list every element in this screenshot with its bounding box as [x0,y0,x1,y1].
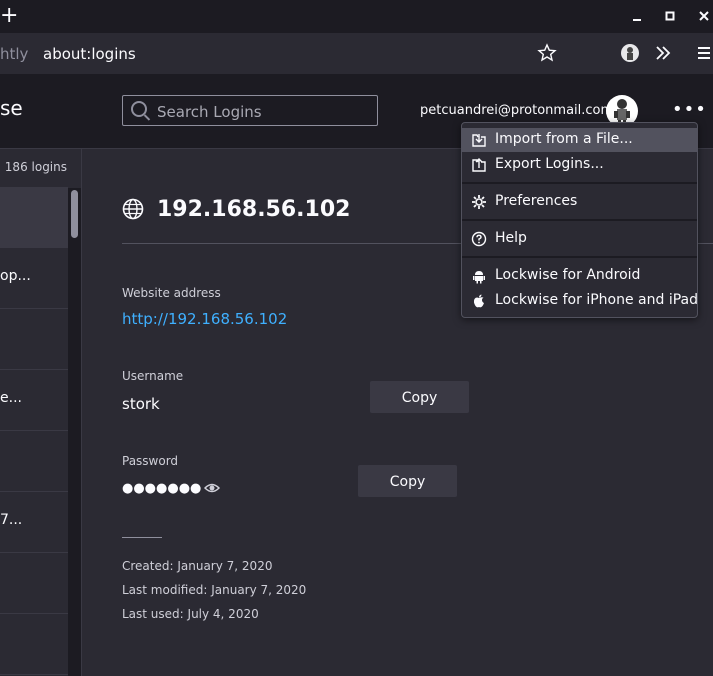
username-value: stork [122,395,160,413]
list-item[interactable] [0,187,68,248]
menu-item-help[interactable]: Help [462,227,697,251]
menu-item-help-label: Help [495,230,527,246]
account-email[interactable]: petcuandrei@protonmail.com [420,103,613,118]
meta-divider [122,537,162,538]
login-title: 192.168.56.102 [157,197,351,222]
menu-item-preferences-label: Preferences [495,193,578,209]
hamburger-menu-icon[interactable] [696,43,712,68]
url-bar-prefix: htly [0,45,29,63]
minimize-icon[interactable] [629,8,645,24]
menu-separator [462,182,697,184]
password-value: ●●●●●●● [122,481,202,496]
menu-item-export[interactable]: Export Logins... [462,153,697,177]
title-bar: + [0,0,713,33]
close-icon[interactable] [696,8,712,24]
list-item[interactable] [0,614,68,675]
login-list: op... e... 7... [0,187,68,675]
modified-date: Last modified: January 7, 2020 [122,583,307,597]
search-box[interactable] [122,95,378,126]
import-icon [471,132,487,148]
created-date: Created: January 7, 2020 [122,559,273,573]
menu-item-iphone[interactable]: Lockwise for iPhone and iPad [462,289,698,313]
menu-button[interactable]: ••• [672,100,707,120]
navigation-bar: htly about:logins [0,33,713,75]
globe-icon [122,198,144,220]
menu-separator [462,219,697,221]
list-scrollbar[interactable] [68,188,81,676]
overflow-chevron-icon[interactable] [653,43,673,68]
list-item[interactable] [0,309,68,370]
bookmark-star-icon[interactable] [537,43,557,68]
help-icon [471,231,487,247]
password-label: Password [122,454,179,468]
list-item[interactable]: 7... [0,492,68,553]
brand-title: se [0,96,23,120]
login-count: 186 logins [4,160,67,174]
export-icon [471,157,487,173]
search-input[interactable] [155,100,374,124]
copy-password-button[interactable]: Copy [358,465,457,497]
last-used-date: Last used: July 4, 2020 [122,607,259,621]
menu-item-iphone-label: Lockwise for iPhone and iPad [495,292,698,308]
apple-icon [471,293,487,309]
maximize-icon[interactable] [662,8,678,24]
list-item[interactable]: op... [0,248,68,309]
menu-item-import-label: Import from a File... [495,131,633,147]
url-bar[interactable]: about:logins [43,45,136,63]
search-icon [131,101,147,117]
menu-item-android[interactable]: Lockwise for Android [462,264,697,288]
menu-item-preferences[interactable]: Preferences [462,190,697,214]
menu-separator [462,256,697,258]
menu-item-import[interactable]: Import from a File... [462,128,697,152]
gear-icon [471,194,487,210]
menu-popup: Import from a File... Export Logins... P… [461,122,698,318]
list-item[interactable] [0,553,68,614]
menu-item-android-label: Lockwise for Android [495,267,641,283]
copy-username-button[interactable]: Copy [370,381,469,413]
username-label: Username [122,369,184,383]
scrollbar-thumb[interactable] [71,190,78,238]
new-tab-button[interactable]: + [0,2,18,30]
website-label: Website address [122,286,221,300]
list-item[interactable]: e... [0,370,68,431]
account-icon[interactable] [620,43,640,68]
list-item[interactable] [0,431,68,492]
menu-item-export-label: Export Logins... [495,156,604,172]
android-icon [471,268,487,284]
website-link[interactable]: http://192.168.56.102 [122,310,287,328]
show-password-eye-icon[interactable] [203,480,221,494]
